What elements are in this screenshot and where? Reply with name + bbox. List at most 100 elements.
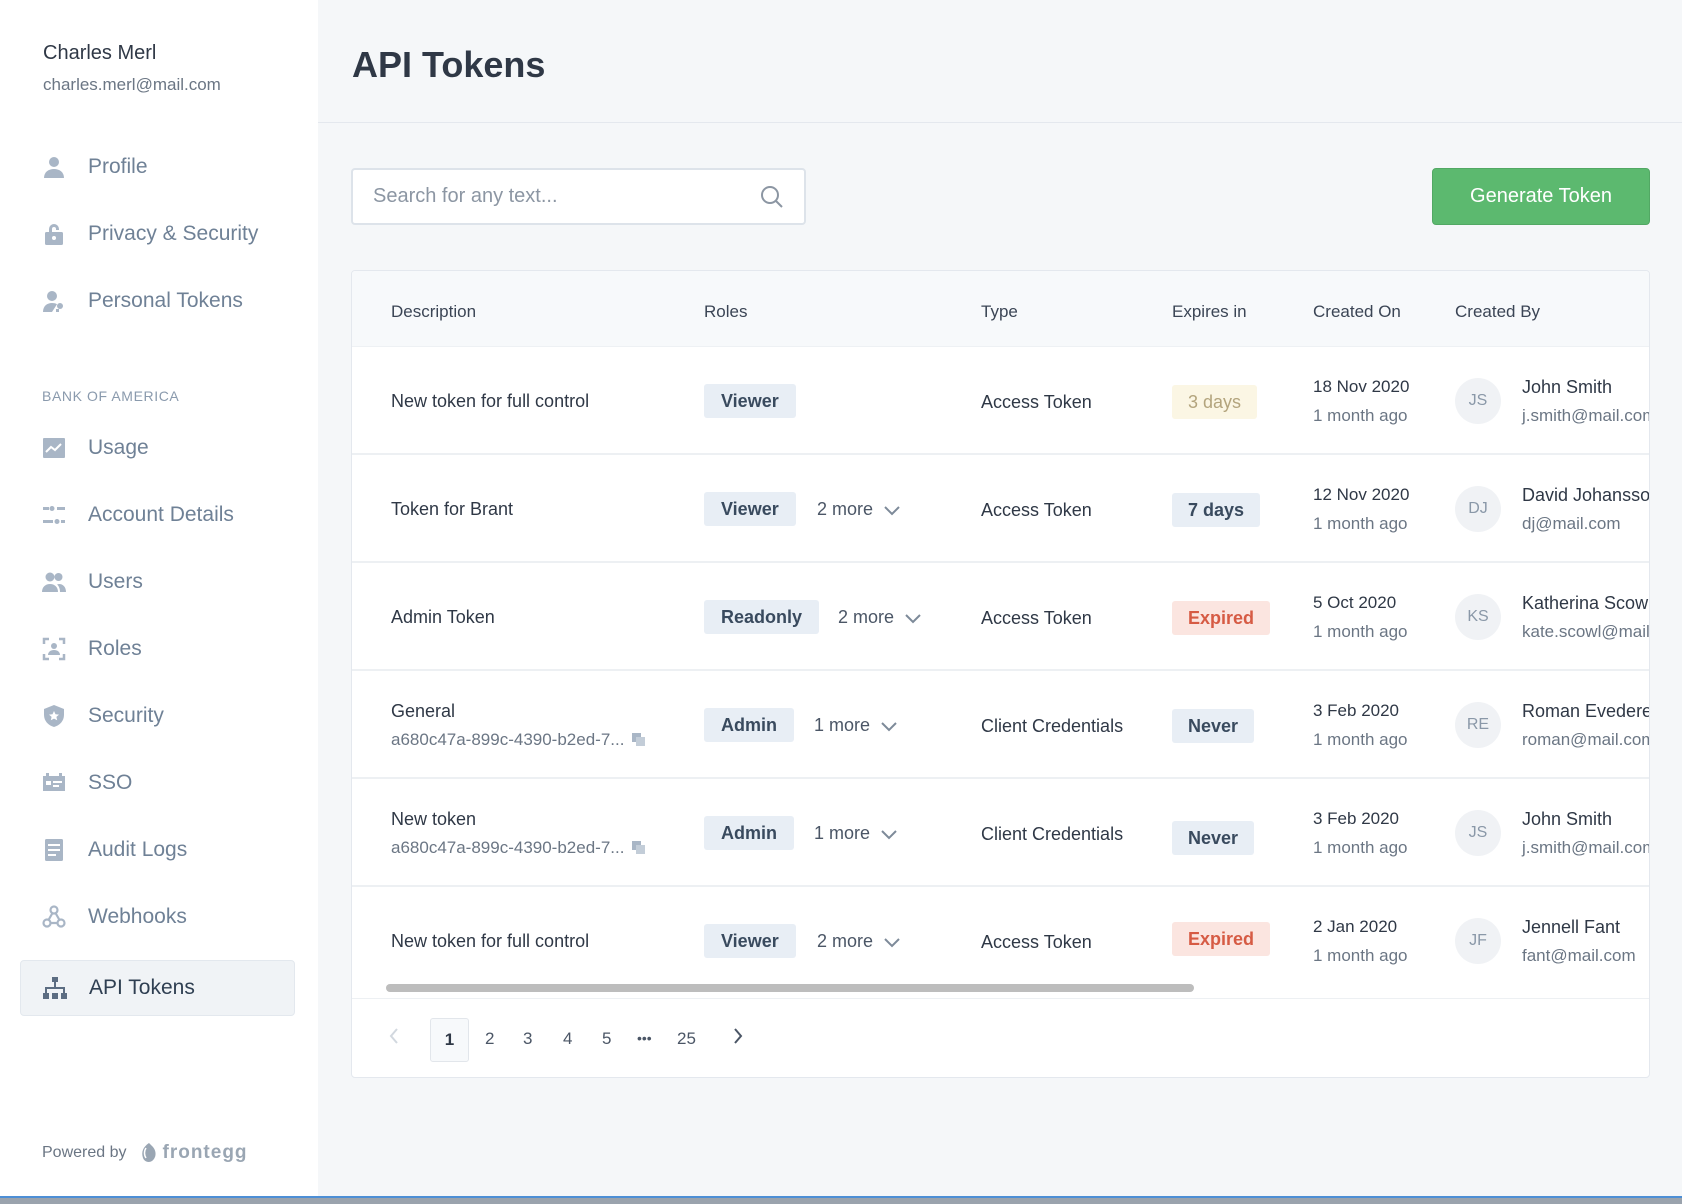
sidebar-item-label: Security: [88, 704, 164, 727]
roles-icon: [42, 637, 66, 661]
bottom-window-strip: [0, 1196, 1682, 1204]
more-roles-toggle[interactable]: 2 more: [817, 931, 901, 952]
more-roles-toggle[interactable]: 1 more: [814, 715, 898, 736]
avatar: KS: [1455, 594, 1501, 640]
table-row[interactable]: General a680c47a-899c-4390-b2ed-7... Adm…: [352, 671, 1649, 779]
more-roles-toggle[interactable]: 1 more: [814, 823, 898, 844]
token-description: Admin Token: [391, 607, 495, 627]
page-button[interactable]: 5: [602, 1029, 611, 1049]
more-roles-toggle[interactable]: 2 more: [817, 499, 901, 520]
more-roles-label: 1 more: [814, 715, 871, 735]
frontegg-logo[interactable]: frontegg: [139, 1142, 248, 1164]
token-type: Access Token: [981, 932, 1092, 952]
user-email: charles.merl@mail.com: [43, 75, 221, 94]
page-button-current[interactable]: 1: [430, 1018, 469, 1062]
sidebar: Charles Merl charles.merl@mail.com Profi…: [0, 0, 318, 1196]
creator-name: Roman Evedere: [1522, 701, 1650, 721]
creator-email: roman@mail.com: [1522, 730, 1650, 749]
creator-email: j.smith@mail.com: [1522, 406, 1650, 425]
token-id: a680c47a-899c-4390-b2ed-7...: [391, 730, 646, 750]
chevron-down-icon: [905, 613, 921, 623]
next-page-button[interactable]: [732, 1027, 744, 1050]
page-button[interactable]: 2: [485, 1029, 494, 1049]
more-roles-toggle[interactable]: 2 more: [838, 607, 922, 628]
creator-name: John Smith: [1522, 809, 1613, 829]
copy-icon[interactable]: [632, 841, 646, 855]
column-header-created-by[interactable]: Created By: [1455, 302, 1540, 322]
column-header-type[interactable]: Type: [981, 302, 1018, 322]
chevron-down-icon: [881, 829, 897, 839]
sidebar-item-label: Roles: [88, 637, 142, 660]
table-row[interactable]: New token a680c47a-899c-4390-b2ed-7... A…: [352, 779, 1649, 887]
sidebar-item-users[interactable]: Users: [20, 554, 295, 610]
avatar: JS: [1455, 378, 1501, 424]
expires-badge: Expired: [1172, 601, 1271, 635]
pagination: 1 2 3 4 5 ••• 25: [352, 998, 1649, 1077]
token-type: Access Token: [981, 392, 1092, 412]
sidebar-item-webhooks[interactable]: Webhooks: [20, 889, 295, 945]
role-badge: Admin: [704, 816, 794, 850]
role-badge: Readonly: [704, 600, 820, 634]
sidebar-item-api-tokens[interactable]: API Tokens: [20, 960, 295, 1016]
search-input[interactable]: [373, 185, 753, 208]
frontegg-brand-text: frontegg: [162, 1142, 248, 1163]
search-box: [351, 168, 806, 225]
role-badge: Admin: [704, 708, 794, 742]
more-roles-label: 1 more: [814, 823, 871, 843]
creator-name: Jennell Fant: [1522, 917, 1621, 937]
token-id: a680c47a-899c-4390-b2ed-7...: [391, 838, 646, 858]
column-header-description[interactable]: Description: [391, 302, 476, 322]
sidebar-item-audit-logs[interactable]: Audit Logs: [20, 822, 295, 878]
page-ellipsis[interactable]: •••: [637, 1030, 652, 1046]
table-row[interactable]: Token for Brant Viewer 2 more Access Tok…: [352, 455, 1649, 563]
created-date: 18 Nov 2020: [1313, 377, 1410, 396]
creator-name: Katherina Scowl: [1522, 593, 1650, 613]
chart-icon: [42, 436, 66, 460]
search-icon[interactable]: [760, 185, 784, 214]
column-header-expires[interactable]: Expires in: [1172, 302, 1247, 322]
table-row[interactable]: New token for full control Viewer 2 more…: [352, 887, 1649, 995]
creator-email: dj@mail.com: [1522, 514, 1621, 533]
webhook-icon: [42, 905, 66, 929]
prev-page-button[interactable]: [388, 1027, 400, 1050]
sidebar-item-account-details[interactable]: Account Details: [20, 487, 295, 543]
sidebar-item-profile[interactable]: Profile: [20, 139, 295, 195]
table-row[interactable]: New token for full control Viewer Access…: [352, 347, 1649, 455]
copy-icon[interactable]: [632, 733, 646, 747]
sidebar-item-roles[interactable]: Roles: [20, 621, 295, 677]
created-ago: 1 month ago: [1313, 730, 1408, 749]
column-header-created-on[interactable]: Created On: [1313, 302, 1401, 322]
creator-email: fant@mail.com: [1522, 946, 1636, 965]
column-header-roles[interactable]: Roles: [704, 302, 747, 322]
created-date: 3 Feb 2020: [1313, 809, 1400, 828]
horizontal-scrollbar[interactable]: [386, 984, 1194, 992]
sidebar-item-label: Webhooks: [88, 905, 187, 928]
sidebar-item-privacy-security[interactable]: Privacy & Security: [20, 206, 295, 262]
sso-icon: [42, 771, 66, 795]
page-button-last[interactable]: 25: [677, 1029, 696, 1049]
created-ago: 1 month ago: [1313, 514, 1408, 533]
user-icon: [42, 155, 66, 179]
sidebar-item-label: Privacy & Security: [88, 222, 259, 245]
created-date: 5 Oct 2020: [1313, 593, 1397, 612]
section-label: BANK OF AMERICA: [42, 388, 180, 404]
generate-token-button[interactable]: Generate Token: [1432, 168, 1650, 225]
more-roles-label: 2 more: [838, 607, 895, 627]
table-row[interactable]: Admin Token Readonly 2 more Access Token…: [352, 563, 1649, 671]
creator-email: kate.scowl@mail.com: [1522, 622, 1650, 641]
role-badge: Viewer: [704, 924, 796, 958]
token-id-text: a680c47a-899c-4390-b2ed-7...: [391, 730, 625, 749]
sidebar-item-sso[interactable]: SSO: [20, 755, 295, 811]
created-date: 3 Feb 2020: [1313, 701, 1400, 720]
created-ago: 1 month ago: [1313, 946, 1408, 965]
sidebar-item-personal-tokens[interactable]: Personal Tokens: [20, 273, 295, 329]
token-description: New token for full control: [391, 391, 590, 411]
page-button[interactable]: 3: [523, 1029, 532, 1049]
expires-badge: 7 days: [1172, 493, 1261, 527]
sidebar-item-security[interactable]: Security: [20, 688, 295, 744]
sidebar-item-usage[interactable]: Usage: [20, 420, 295, 476]
sidebar-item-label: Personal Tokens: [88, 289, 243, 312]
more-roles-label: 2 more: [817, 931, 874, 951]
page-button[interactable]: 4: [563, 1029, 572, 1049]
created-ago: 1 month ago: [1313, 406, 1408, 425]
